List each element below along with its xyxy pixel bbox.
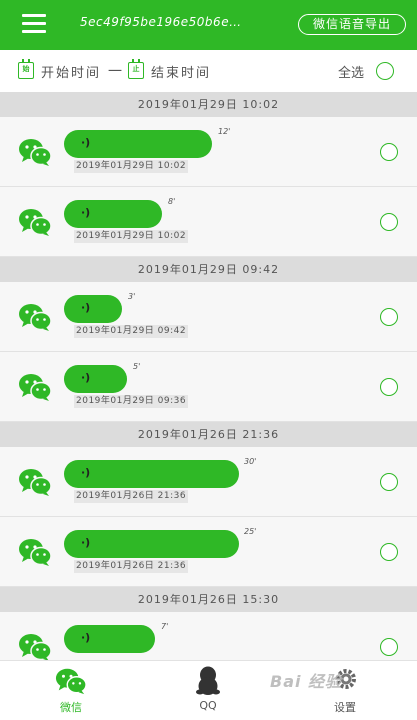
end-time-picker[interactable]: 结束时间	[151, 62, 211, 81]
voice-message-row[interactable]: ·) 30' 2019年01月26日 21:36	[0, 447, 417, 517]
end-calendar-icon[interactable]: 止	[128, 59, 144, 79]
message-select-checkbox[interactable]	[380, 638, 398, 656]
date-header: 2019年01月26日 21:36	[0, 422, 417, 447]
range-separator: 一	[108, 64, 122, 80]
date-header: 2019年01月29日 09:42	[0, 257, 417, 282]
message-timestamp: 2019年01月29日 09:36	[74, 395, 189, 408]
message-timestamp: 2019年01月26日 21:36	[74, 560, 189, 573]
message-timestamp: 2019年01月29日 09:42	[74, 325, 189, 338]
voice-wave-icon: ·)	[81, 301, 91, 314]
message-select-checkbox[interactable]	[380, 308, 398, 326]
wechat-icon	[19, 374, 52, 401]
tab-wechat[interactable]: 微信	[21, 661, 121, 720]
voice-duration: 25'	[244, 527, 257, 536]
voice-duration: 7'	[161, 622, 169, 631]
voice-message-row[interactable]: ·) 7'	[0, 612, 417, 660]
select-all-label[interactable]: 全选	[338, 62, 364, 81]
voice-message-row[interactable]: ·) 25' 2019年01月26日 21:36	[0, 517, 417, 587]
wechat-icon	[19, 634, 52, 660]
tab-settings[interactable]: 设置	[295, 661, 395, 720]
tab-qq[interactable]: QQ	[158, 661, 258, 720]
voice-wave-icon: ·)	[81, 136, 91, 149]
tab-wechat-label: 微信	[60, 701, 82, 714]
wechat-icon	[19, 304, 52, 331]
voice-duration: 12'	[218, 127, 231, 136]
message-select-checkbox[interactable]	[380, 543, 398, 561]
wechat-icon	[19, 539, 52, 566]
voice-bubble[interactable]: ·)	[64, 625, 155, 653]
voice-duration: 5'	[133, 362, 141, 371]
app-root: 5ec49f95be196e50b6e… 微信语音导出 始 开始时间 一 止 结…	[0, 0, 417, 720]
date-header: 2019年01月29日 10:02	[0, 92, 417, 117]
voice-wave-icon: ·)	[81, 206, 91, 219]
tab-settings-label: 设置	[334, 701, 356, 714]
wechat-icon	[19, 139, 52, 166]
voice-bubble[interactable]: ·)	[64, 200, 162, 228]
message-select-checkbox[interactable]	[380, 213, 398, 231]
voice-wave-icon: ·)	[81, 631, 91, 644]
voice-duration: 8'	[168, 197, 176, 206]
voice-bubble[interactable]: ·)	[64, 130, 212, 158]
start-time-picker[interactable]: 开始时间	[41, 62, 101, 81]
voice-duration: 30'	[244, 457, 257, 466]
start-calendar-icon[interactable]: 始	[18, 59, 34, 79]
voice-bubble[interactable]: ·)	[64, 365, 127, 393]
message-timestamp: 2019年01月29日 10:02	[74, 230, 189, 243]
voice-message-row[interactable]: ·) 3' 2019年01月29日 09:42	[0, 282, 417, 352]
message-select-checkbox[interactable]	[380, 143, 398, 161]
app-title: 5ec49f95be196e50b6e…	[80, 15, 242, 29]
top-bar: 5ec49f95be196e50b6e… 微信语音导出	[0, 0, 417, 50]
message-select-checkbox[interactable]	[380, 378, 398, 396]
wechat-icon	[19, 209, 52, 236]
message-timestamp: 2019年01月29日 10:02	[74, 160, 189, 173]
wechat-voice-export-button[interactable]: 微信语音导出	[298, 14, 406, 35]
select-all-checkbox[interactable]	[376, 62, 394, 80]
voice-wave-icon: ·)	[81, 371, 91, 384]
voice-bubble[interactable]: ·)	[64, 530, 239, 558]
date-header: 2019年01月26日 15:30	[0, 587, 417, 612]
voice-bubble[interactable]: ·)	[64, 460, 239, 488]
voice-message-row[interactable]: ·) 8' 2019年01月29日 10:02	[0, 187, 417, 257]
voice-wave-icon: ·)	[81, 466, 91, 479]
voice-bubble[interactable]: ·)	[64, 295, 122, 323]
hamburger-icon[interactable]	[22, 13, 46, 35]
qq-penguin-icon	[196, 666, 220, 695]
voice-message-row[interactable]: ·) 5' 2019年01月29日 09:36	[0, 352, 417, 422]
message-timestamp: 2019年01月26日 21:36	[74, 490, 189, 503]
wechat-icon	[19, 469, 52, 496]
voice-message-row[interactable]: ·) 12' 2019年01月29日 10:02	[0, 117, 417, 187]
voice-wave-icon: ·)	[81, 536, 91, 549]
message-select-checkbox[interactable]	[380, 473, 398, 491]
tab-qq-label: QQ	[199, 699, 217, 712]
wechat-tab-icon	[55, 668, 87, 695]
voice-duration: 3'	[128, 292, 136, 301]
bottom-nav: 微信 QQ 设置	[0, 660, 417, 720]
voice-message-list[interactable]: 2019年01月29日 10:02 ·) 12' 2019年01月29日 10:…	[0, 92, 417, 660]
gear-icon	[336, 669, 356, 689]
